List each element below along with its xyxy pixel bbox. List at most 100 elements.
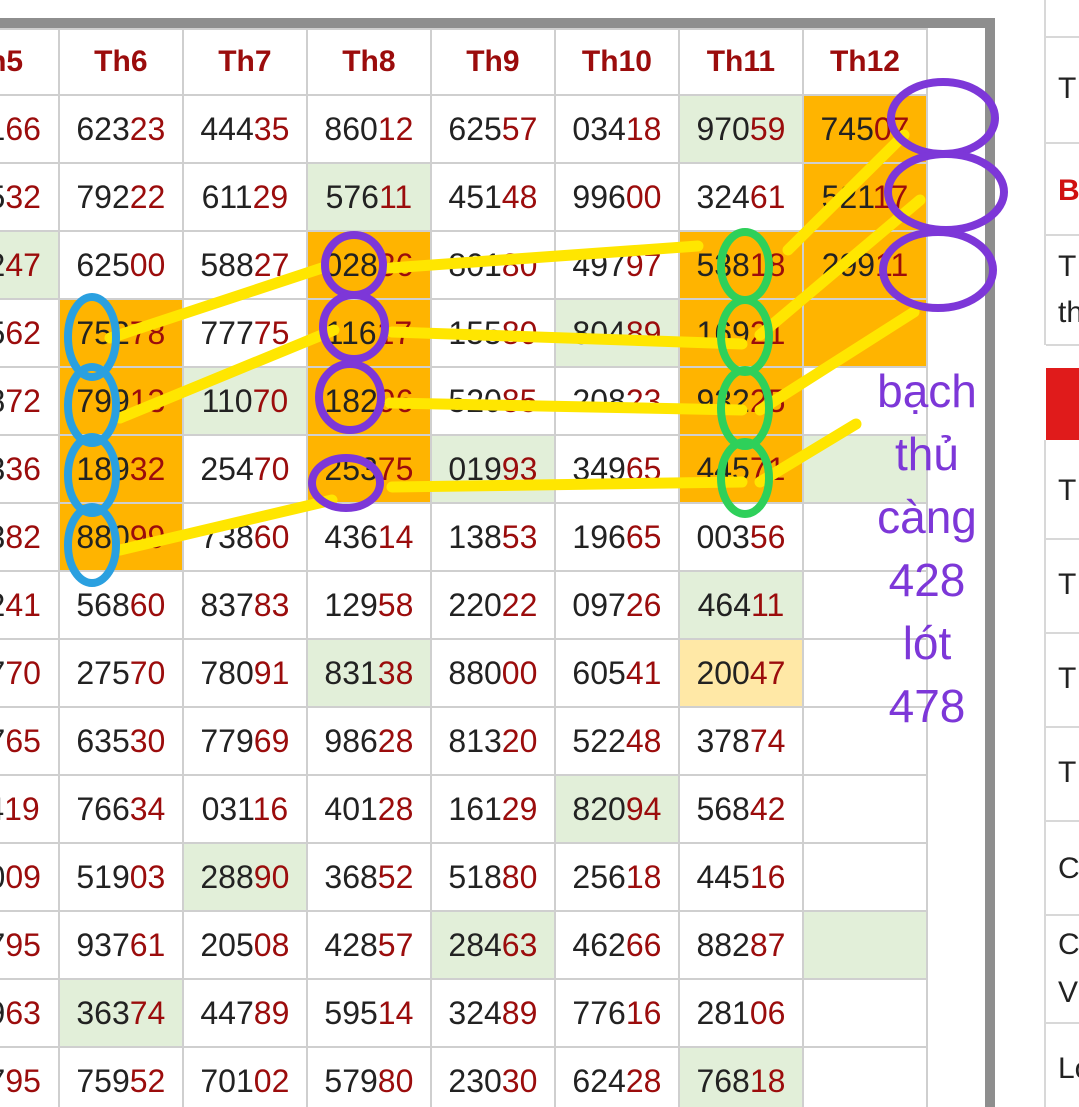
result-cell — [801, 842, 929, 912]
table-row: 30336189322547025375019933496544571 — [0, 434, 929, 504]
number-last-two: 27 — [253, 246, 290, 283]
number-last-two: 70 — [5, 654, 41, 691]
table-row: 6216662323444358601262557034189705974507 — [0, 94, 929, 164]
number-prefix: 605 — [572, 654, 626, 691]
number-last-two: 26 — [625, 586, 662, 623]
result-cell: 62500 — [57, 230, 184, 300]
result-cell: 65770 — [0, 638, 60, 708]
result-cell: 76634 — [57, 774, 184, 844]
result-cell: 15580 — [429, 298, 556, 368]
number-last-two: 48 — [501, 178, 538, 215]
number-last-two: 78 — [129, 314, 166, 351]
result-cell: 22022 — [429, 570, 556, 640]
number-last-two: 80 — [501, 246, 538, 283]
column-header: Th9 — [429, 28, 556, 96]
number-last-two: 19 — [4, 790, 40, 827]
result-cell: 11070 — [181, 366, 308, 436]
number-prefix: 813 — [448, 722, 502, 759]
number-prefix: 579 — [324, 1062, 378, 1099]
number-prefix: 738 — [200, 518, 254, 555]
result-cell: 30336 — [0, 434, 60, 504]
number-last-two: 28 — [377, 722, 414, 759]
number-prefix: 996 — [572, 178, 626, 215]
number-prefix: 401 — [324, 790, 378, 827]
number-last-two: 17 — [872, 178, 909, 215]
result-cell: 70102 — [181, 1046, 308, 1107]
number-last-two: 91 — [253, 654, 290, 691]
number-prefix: 837 — [200, 586, 254, 623]
number-last-two: 89 — [501, 994, 538, 1031]
number-last-two: 42 — [749, 790, 786, 827]
number-last-two: 99 — [129, 518, 166, 555]
result-cell: 53382 — [0, 502, 60, 572]
result-cell: 75952 — [57, 1046, 184, 1107]
number-prefix: 595 — [324, 994, 378, 1031]
result-cell: 03418 — [553, 94, 680, 164]
result-cell: 13853 — [429, 502, 556, 572]
number-last-two: 14 — [377, 518, 414, 555]
result-cell: 00356 — [677, 502, 804, 572]
number-prefix: 779 — [200, 722, 254, 759]
result-cell: 62323 — [57, 94, 184, 164]
column-header: Th6 — [57, 28, 184, 96]
number-last-two: 72 — [5, 382, 41, 419]
column-header: Th11 — [677, 28, 804, 96]
result-cell: 36852 — [305, 842, 432, 912]
result-cell: 32461 — [677, 162, 804, 232]
table-row: 53382880997386043614138531966500356 — [0, 502, 929, 572]
sidebar-item[interactable]: Lo — [1058, 1052, 1079, 1086]
number-last-two: 22 — [501, 586, 538, 623]
number-prefix: 625 — [448, 110, 502, 147]
number-prefix: 520 — [448, 382, 502, 419]
result-cell: 60541 — [553, 638, 680, 708]
result-cell: 20508 — [181, 910, 308, 980]
result-cell: 93761 — [57, 910, 184, 980]
number-last-two: 48 — [625, 722, 662, 759]
number-prefix: 635 — [76, 722, 130, 759]
number-last-two: 30 — [501, 1062, 538, 1099]
table-row: 93241568608378312958220220972646411 — [0, 570, 929, 640]
result-cell: 73860 — [181, 502, 308, 572]
result-cell: 18932 — [57, 434, 184, 504]
number-last-two: 16 — [625, 994, 662, 1031]
result-cell: 51903 — [57, 842, 184, 912]
number-last-two: 65 — [625, 450, 662, 487]
number-last-two: 75 — [253, 314, 290, 351]
sidebar-section-header — [1046, 368, 1079, 440]
number-prefix: 368 — [324, 858, 378, 895]
number-last-two: 29 — [252, 178, 289, 215]
number-prefix: 220 — [448, 586, 502, 623]
number-prefix: 444 — [200, 110, 254, 147]
number-prefix: 161 — [448, 790, 502, 827]
number-prefix: 538 — [696, 246, 750, 283]
number-last-two: 63 — [501, 926, 538, 963]
sidebar-row — [1046, 726, 1079, 822]
lottery-results-table-container: Th5Th6Th7Th8Th9Th10Th11Th12 621666232344… — [0, 0, 995, 1107]
number-last-two: 07 — [873, 110, 910, 147]
number-last-two: 59 — [749, 110, 786, 147]
number-last-two: 28 — [377, 790, 414, 827]
result-cell: 37874 — [677, 706, 804, 776]
result-cell: 44571 — [677, 434, 804, 504]
table-row: 10009519032889036852518802561844516 — [0, 842, 929, 912]
number-last-two: 09 — [5, 858, 41, 895]
number-last-two: 65 — [625, 518, 662, 555]
result-cell: 52085 — [429, 366, 556, 436]
result-cell: 03116 — [181, 774, 308, 844]
number-prefix: 623 — [76, 110, 130, 147]
result-cell: 28106 — [677, 978, 804, 1048]
number-prefix: 110 — [201, 382, 253, 419]
number-last-two: 32 — [5, 178, 41, 215]
result-cell: 78091 — [181, 638, 308, 708]
table-row: 5653279222611295761145148996003246152117 — [0, 162, 929, 232]
number-prefix: 766 — [76, 790, 130, 827]
number-prefix: 155 — [448, 314, 502, 351]
result-cell: 77616 — [553, 978, 680, 1048]
number-prefix: 568 — [696, 790, 750, 827]
number-last-two: 80 — [501, 858, 538, 895]
result-cell: 25375 — [305, 434, 432, 504]
result-cell — [801, 298, 929, 368]
result-cell: 80180 — [429, 230, 556, 300]
result-cell: 61129 — [181, 162, 308, 232]
number-last-two: 69 — [253, 722, 290, 759]
